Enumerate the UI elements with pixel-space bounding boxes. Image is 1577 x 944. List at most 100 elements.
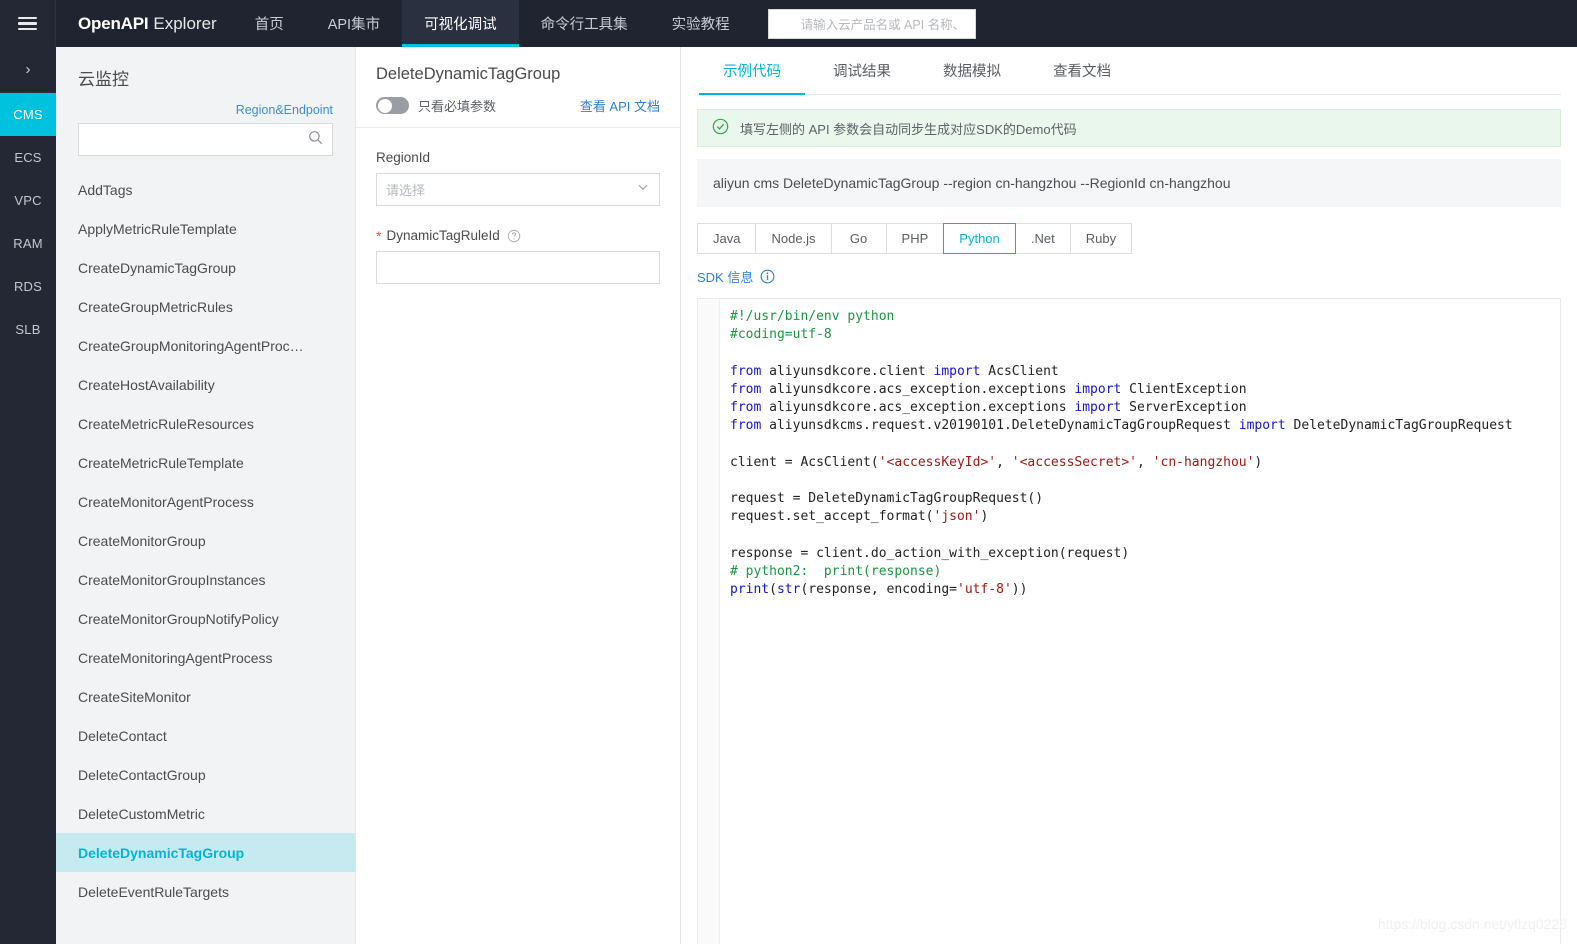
rail-item-label: RAM [13, 236, 43, 251]
api-list-item[interactable]: AddTags [56, 170, 355, 209]
select-regionid[interactable]: 请选择 [376, 173, 660, 206]
parameters-header: DeleteDynamicTagGroup 只看必填参数 查看 API 文档 [356, 47, 680, 128]
search-icon [308, 130, 323, 150]
api-list-item[interactable]: CreateDynamicTagGroup [56, 248, 355, 287]
hamburger-icon [18, 16, 37, 31]
language-tab[interactable]: PHP [885, 223, 944, 254]
chevron-down-icon [636, 180, 650, 199]
rail-item-label: SLB [15, 322, 41, 337]
api-list-item[interactable]: CreateGroupMetricRules [56, 287, 355, 326]
api-search-box[interactable] [78, 123, 333, 156]
brand-logo[interactable]: OpenAPI Explorer [56, 0, 233, 47]
code-sample-text: #!/usr/bin/env python #coding=utf-8 from… [730, 309, 1513, 598]
api-list-item[interactable]: CreateHostAvailability [56, 365, 355, 404]
field-label-text: RegionId [376, 150, 431, 165]
search-icon [777, 14, 792, 34]
api-list-item[interactable]: DeleteDynamicTagGroup [56, 833, 355, 872]
menu-toggle-button[interactable] [0, 0, 56, 47]
toggle-knob [377, 98, 392, 113]
top-nav-item[interactable]: 实验教程 [650, 0, 752, 47]
rail-expand-button[interactable]: › [0, 47, 56, 93]
result-tabs: 示例代码 调试结果 数据模拟 查看文档 [697, 47, 1561, 95]
field-label: * DynamicTagRuleId [376, 228, 660, 243]
api-list-item[interactable]: DeleteContactGroup [56, 755, 355, 794]
info-banner-text: 填写左侧的 API 参数会自动同步生成对应SDK的Demo代码 [740, 121, 1077, 137]
parameters-subheader: 只看必填参数 查看 API 文档 [376, 96, 660, 115]
api-list-item[interactable]: DeleteEventRuleTargets [56, 872, 355, 911]
rail-item-vpc[interactable]: VPC [0, 179, 56, 222]
cli-command-bar[interactable]: aliyun cms DeleteDynamicTagGroup --regio… [697, 159, 1561, 207]
required-asterisk-icon: * [376, 227, 382, 244]
top-nav-item-label: 可视化调试 [424, 17, 497, 33]
api-list-item[interactable]: CreateMetricRuleTemplate [56, 443, 355, 482]
rail-item-label: CMS [13, 107, 43, 122]
api-name-title: DeleteDynamicTagGroup [376, 65, 561, 83]
code-gutter [698, 299, 720, 944]
region-endpoint-link[interactable]: Region&Endpoint [78, 103, 333, 117]
success-check-icon [712, 118, 729, 138]
rail-item-ecs[interactable]: ECS [0, 136, 56, 179]
rail-item-cms[interactable]: CMS [0, 93, 56, 136]
top-nav-item-label: API集市 [327, 17, 381, 33]
api-list-item[interactable]: CreateSiteMonitor [56, 677, 355, 716]
language-tab[interactable]: Node.js [755, 223, 831, 254]
input-dynamictagruleid[interactable] [376, 251, 660, 284]
select-placeholder: 请选择 [386, 183, 426, 198]
parameter-fields: RegionId 请选择 * DynamicTagRuleId [356, 128, 680, 306]
result-tab[interactable]: 调试结果 [807, 47, 917, 94]
api-list-item[interactable]: ApplyMetricRuleTemplate [56, 209, 355, 248]
top-nav-item-label: 首页 [254, 17, 284, 33]
result-tab[interactable]: 查看文档 [1027, 47, 1137, 94]
api-list-item[interactable]: CreateMonitorGroup [56, 521, 355, 560]
top-bar: OpenAPI Explorer 首页 API集市 可视化调试 命令行工具集 实验教程 … [0, 0, 1577, 47]
result-panel: 示例代码 调试结果 数据模拟 查看文档 填写左侧的 API 参数会自动同步生成对应SD… [681, 47, 1577, 944]
api-list-item[interactable]: DeleteCustomMetric [56, 794, 355, 833]
required-only-toggle[interactable] [376, 97, 409, 114]
language-tab[interactable]: Go [830, 223, 886, 254]
top-nav-item[interactable]: API集市 [306, 0, 402, 47]
top-nav-item[interactable]: 可视化调试 [402, 0, 519, 47]
language-tab[interactable]: Python [943, 223, 1016, 254]
rail-item-ram[interactable]: RAM [0, 222, 56, 265]
view-api-doc-link[interactable]: 查看 API 文档 [580, 96, 660, 115]
parameters-panel: DeleteDynamicTagGroup 只看必填参数 查看 API 文档 R… [356, 47, 681, 944]
api-list-item[interactable]: CreateGroupMonitoringAgentProc… [56, 326, 355, 365]
top-navigation: 首页 API集市 可视化调试 命令行工具集 实验教程 [233, 0, 752, 47]
brand-name-bold: OpenAPI [78, 13, 149, 33]
app-root: OpenAPI Explorer 首页 API集市 可视化调试 命令行工具集 实验教程 … [0, 0, 1577, 944]
product-title: 云监控 [78, 70, 129, 89]
chevron-right-icon: › [25, 61, 31, 78]
global-search-box[interactable]: 请输入云产品名或 API 名称、 [767, 8, 976, 39]
help-circle-icon[interactable] [507, 229, 521, 243]
product-rail: › CMS ECS VPC RAM RDS SLB [0, 47, 56, 944]
api-list-item[interactable]: DeleteContact [56, 716, 355, 755]
rail-item-label: RDS [13, 279, 43, 294]
info-banner: 填写左侧的 API 参数会自动同步生成对应SDK的Demo代码 [697, 109, 1561, 147]
result-tab[interactable]: 数据模拟 [917, 47, 1027, 94]
sdk-info-link[interactable]: SDK 信息 [697, 267, 1561, 286]
field-label-text: DynamicTagRuleId [386, 228, 500, 243]
api-list-panel: 云监控 Region&Endpoint AddTags ApplyMetricRu… [56, 47, 356, 944]
main-body: › CMS ECS VPC RAM RDS SLB 云监控 Region&Endpoint… [0, 47, 1577, 944]
api-list-item[interactable]: CreateMetricRuleResources [56, 404, 355, 443]
api-list-item[interactable]: CreateMonitoringAgentProcess [56, 638, 355, 677]
field-label: RegionId [376, 150, 660, 165]
top-nav-item[interactable]: 首页 [233, 0, 306, 47]
brand-name-light: Explorer [153, 13, 217, 33]
result-tab[interactable]: 示例代码 [697, 47, 807, 95]
rail-item-slb[interactable]: SLB [0, 308, 56, 351]
api-list-item[interactable]: CreateMonitorGroupInstances [56, 560, 355, 599]
code-sample-panel[interactable]: #!/usr/bin/env python #coding=utf-8 from… [697, 298, 1561, 944]
api-list-header: 云监控 Region&Endpoint [56, 47, 355, 156]
language-tab[interactable]: .Net [1014, 223, 1070, 254]
api-items: AddTags ApplyMetricRuleTemplate CreateDyna… [56, 156, 355, 944]
language-tabs: Java Node.js Go PHP Python .Net Ruby [697, 223, 1561, 254]
rail-item-rds[interactable]: RDS [0, 265, 56, 308]
global-search-placeholder: 请输入云产品名或 API 名称、 [800, 18, 966, 32]
rail-item-label: VPC [14, 193, 42, 208]
api-list-item[interactable]: CreateMonitorGroupNotifyPolicy [56, 599, 355, 638]
api-list-item[interactable]: CreateMonitorAgentProcess [56, 482, 355, 521]
language-tab[interactable]: Java [697, 223, 756, 254]
language-tab[interactable]: Ruby [1069, 223, 1133, 254]
top-nav-item[interactable]: 命令行工具集 [519, 0, 650, 47]
